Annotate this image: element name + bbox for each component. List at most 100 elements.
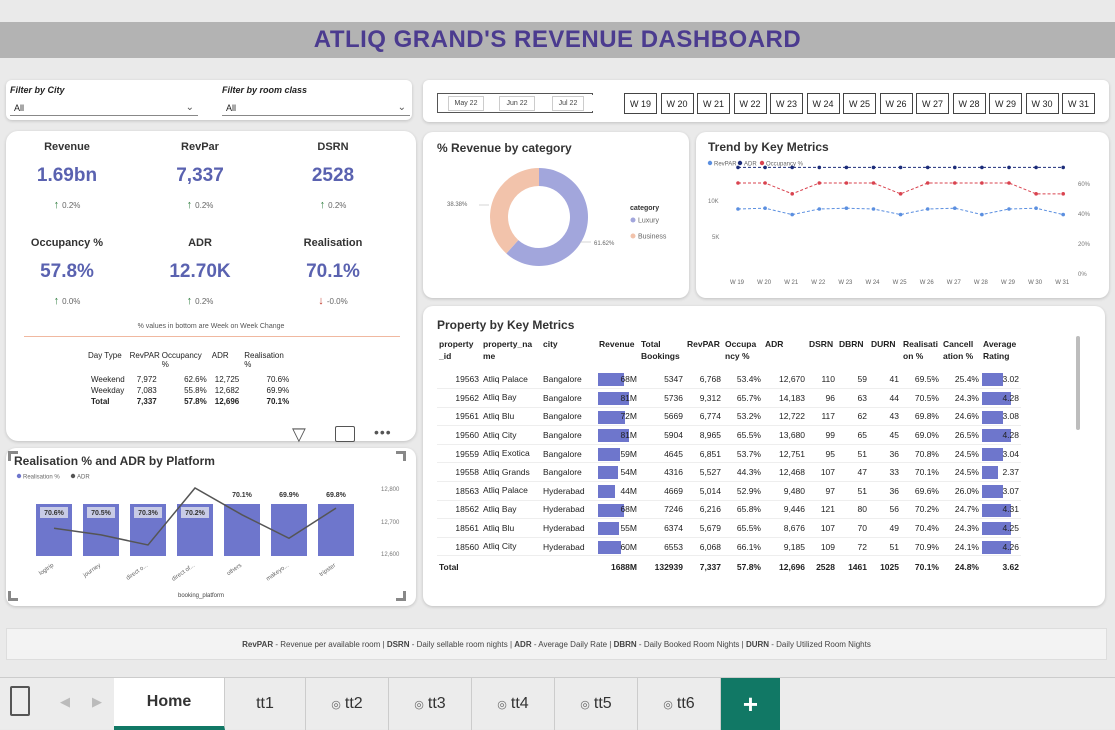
- adr-point[interactable]: [980, 165, 984, 170]
- property-row[interactable]: 19559 Atliq Exotica Bangalore 59M 4645 6,851 5…: [437, 444, 1021, 464]
- month-button[interactable]: Jun 22: [492, 95, 542, 111]
- property-row[interactable]: 19561 Atliq Blu Bangalore 72M 5669 6,774 53.2%…: [437, 407, 1021, 427]
- revpar-point[interactable]: [844, 206, 849, 210]
- occupancy-point[interactable]: [980, 181, 984, 185]
- revpar-point[interactable]: [1007, 207, 1011, 211]
- occupancy-point[interactable]: [925, 181, 930, 185]
- add-page-button[interactable]: +: [721, 678, 780, 730]
- revpar-point[interactable]: [1061, 212, 1065, 217]
- revpar-point[interactable]: [1034, 206, 1038, 210]
- property-col-header[interactable]: DURN: [869, 338, 901, 370]
- adr-point[interactable]: [790, 165, 794, 170]
- resize-handle[interactable]: [8, 451, 18, 461]
- occupancy-point[interactable]: [790, 192, 794, 196]
- week-button[interactable]: W 22: [733, 93, 767, 114]
- tab-tt6[interactable]: ◎ tt6: [638, 678, 721, 730]
- prev-page-icon[interactable]: ◀: [60, 694, 70, 710]
- occupancy-point[interactable]: [817, 181, 822, 185]
- resize-handle[interactable]: [396, 591, 406, 601]
- realisation-bar[interactable]: [318, 504, 354, 556]
- adr-point[interactable]: [898, 165, 903, 170]
- revpar-point[interactable]: [898, 212, 903, 217]
- revpar-point[interactable]: [925, 207, 930, 211]
- adr-point[interactable]: [925, 165, 930, 170]
- occupancy-point[interactable]: [844, 181, 849, 185]
- realisation-bar[interactable]: [224, 504, 260, 556]
- more-options-icon[interactable]: •••: [374, 424, 392, 440]
- week-button[interactable]: W 31: [1062, 93, 1095, 114]
- week-button[interactable]: W 24: [806, 93, 840, 114]
- week-button[interactable]: W 29: [989, 93, 1022, 114]
- adr-point[interactable]: [871, 165, 876, 170]
- week-button[interactable]: W 28: [952, 93, 986, 114]
- next-page-icon[interactable]: ▶: [92, 694, 102, 710]
- week-button[interactable]: W 20: [660, 93, 694, 114]
- occupancy-point[interactable]: [1007, 181, 1011, 185]
- property-row[interactable]: 18560 Atliq City Hyderabad 60M 6553 6,068 66.1…: [437, 537, 1021, 557]
- property-col-header[interactable]: Average Rating: [981, 338, 1021, 370]
- property-col-header[interactable]: ADR: [763, 338, 807, 370]
- property-col-header[interactable]: Occupa ncy %: [723, 338, 763, 370]
- week-button[interactable]: W 19: [624, 93, 657, 114]
- revpar-point[interactable]: [736, 207, 740, 211]
- property-row[interactable]: 18561 Atliq Blu Hyderabad 55M 6374 5,679 65.5%…: [437, 518, 1021, 538]
- week-button[interactable]: W 26: [879, 93, 913, 114]
- property-col-header[interactable]: property_na me: [481, 338, 541, 370]
- adr-point[interactable]: [844, 165, 849, 170]
- property-row[interactable]: 19558 Atliq Grands Bangalore 54M 4316 5,527 44…: [437, 462, 1021, 483]
- week-button[interactable]: W 27: [916, 93, 949, 114]
- tab-tt4[interactable]: ◎ tt4: [472, 678, 555, 730]
- tab-tt5[interactable]: ◎ tt5: [555, 678, 638, 730]
- revpar-point[interactable]: [953, 206, 957, 210]
- week-button[interactable]: W 30: [1025, 93, 1059, 114]
- occupancy-point[interactable]: [898, 192, 903, 196]
- revpar-point[interactable]: [763, 206, 767, 210]
- revpar-point[interactable]: [871, 207, 876, 211]
- adr-point[interactable]: [817, 165, 822, 170]
- property-row[interactable]: 19563 Atliq Palace Bangalore 68M 5347 6,768 53…: [437, 370, 1021, 390]
- adr-point[interactable]: [1061, 165, 1065, 170]
- table-scrollbar[interactable]: [1076, 336, 1080, 430]
- tab-tt1[interactable]: tt1: [225, 678, 306, 730]
- property-col-header[interactable]: Revenue: [597, 338, 639, 370]
- room-class-filter-dropdown[interactable]: All ⌄: [222, 100, 410, 116]
- occupancy-point[interactable]: [871, 181, 876, 185]
- revpar-point[interactable]: [790, 212, 794, 217]
- adr-point[interactable]: [763, 165, 767, 170]
- revpar-point[interactable]: [817, 207, 822, 211]
- occupancy-point[interactable]: [736, 181, 740, 185]
- property-col-header[interactable]: property _id: [437, 338, 481, 370]
- filter-icon[interactable]: ▽: [292, 424, 306, 445]
- property-row[interactable]: 19562 Atliq Bay Bangalore 81M 5736 9,312 65.7%…: [437, 388, 1021, 408]
- adr-point[interactable]: [736, 165, 740, 170]
- property-col-header[interactable]: city: [541, 338, 597, 370]
- adr-point[interactable]: [953, 165, 957, 170]
- donut-slice-business[interactable]: [490, 168, 539, 254]
- occupancy-point[interactable]: [1061, 192, 1065, 196]
- revpar-point[interactable]: [980, 212, 984, 217]
- occupancy-point[interactable]: [953, 181, 957, 185]
- adr-point[interactable]: [1034, 165, 1038, 170]
- property-col-header[interactable]: RevPAR: [685, 338, 723, 370]
- property-row[interactable]: 18562 Atliq Bay Hyderabad 68M 7246 6,216 65.8%…: [437, 500, 1021, 520]
- property-col-header[interactable]: Total Bookings: [639, 338, 685, 370]
- occupancy-point[interactable]: [1034, 192, 1038, 196]
- property-col-header[interactable]: Realisati on %: [901, 338, 941, 370]
- adr-point[interactable]: [1007, 165, 1011, 170]
- property-col-header[interactable]: Cancell ation %: [941, 338, 981, 370]
- occupancy-point[interactable]: [763, 181, 767, 185]
- property-row[interactable]: 19560 Atliq City Bangalore 81M 5904 8,965 65.5…: [437, 425, 1021, 445]
- focus-mode-icon[interactable]: [335, 426, 355, 442]
- tab-home[interactable]: Home: [114, 678, 225, 730]
- tab-tt2[interactable]: ◎ tt2: [306, 678, 389, 730]
- week-button[interactable]: W 25: [843, 93, 876, 114]
- month-button[interactable]: May 22: [441, 95, 491, 111]
- resize-handle[interactable]: [396, 451, 406, 461]
- city-filter-dropdown[interactable]: All ⌄: [10, 100, 198, 116]
- mobile-layout-icon[interactable]: [10, 686, 30, 716]
- tab-tt3[interactable]: ◎ tt3: [389, 678, 472, 730]
- week-button[interactable]: W 23: [770, 93, 803, 114]
- resize-handle[interactable]: [8, 591, 18, 601]
- property-col-header[interactable]: DSRN: [807, 338, 837, 370]
- week-button[interactable]: W 21: [697, 93, 730, 114]
